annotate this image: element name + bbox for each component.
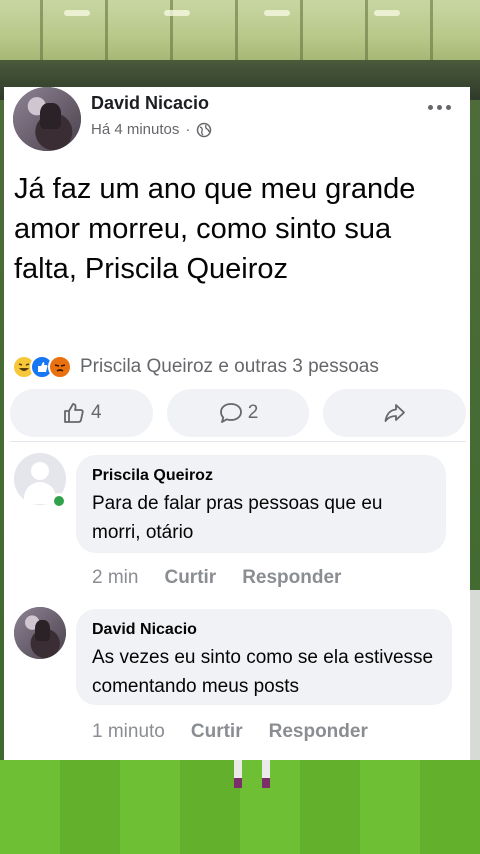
comment-like-button[interactable]: Curtir [191, 721, 243, 743]
comment-count: 2 [247, 402, 259, 423]
reactions-bar[interactable]: Priscila Queiroz e outras 3 pessoas [12, 353, 379, 381]
author-avatar[interactable] [13, 87, 81, 151]
comment-bubble: David Nicacio As vezes eu sinto como se … [76, 609, 452, 705]
comment-time[interactable]: 2 min [92, 567, 138, 589]
post-header: David Nicacio Há 4 minutos · [4, 87, 470, 155]
comment-text: Para de falar pras pessoas que eu morri,… [92, 493, 383, 543]
comment-text: As vezes eu sinto como se ela estivesse … [92, 647, 434, 697]
post-meta: Há 4 minutos · [91, 121, 212, 138]
post-time[interactable]: Há 4 minutos [91, 121, 179, 138]
comment-icon [219, 403, 242, 423]
post-actions: 4 2 [10, 389, 467, 437]
comment-like-button[interactable]: Curtir [164, 567, 216, 589]
like-count: 4 [91, 402, 102, 423]
globe-icon [197, 122, 212, 137]
comment-reply-button[interactable]: Responder [242, 567, 341, 589]
thumbs-up-icon [64, 403, 84, 423]
comment-author-avatar[interactable] [14, 607, 66, 659]
post-author-name[interactable]: David Nicacio [91, 93, 209, 114]
comment-author-name[interactable]: David Nicacio [92, 621, 436, 639]
comment-button[interactable]: 2 [166, 389, 310, 437]
player-legs [228, 758, 278, 792]
comment-bubble: Priscila Queiroz Para de falar pras pess… [76, 455, 446, 553]
divider [10, 441, 466, 442]
reactions-summary: Priscila Queiroz e outras 3 pessoas [80, 356, 379, 377]
comment-author-name[interactable]: Priscila Queiroz [92, 467, 430, 485]
angry-reaction-icon [48, 355, 72, 379]
post-card: David Nicacio Há 4 minutos · Já faz um a… [4, 87, 470, 760]
meta-separator: · [185, 121, 191, 138]
more-options-icon[interactable] [428, 99, 456, 115]
share-button[interactable] [323, 389, 467, 437]
comment-reply-button[interactable]: Responder [269, 721, 368, 743]
like-button[interactable]: 4 [10, 389, 153, 437]
comment-time[interactable]: 1 minuto [92, 721, 165, 743]
post-text: Já faz um ano que meu grande amor morreu… [14, 173, 416, 285]
online-status-indicator [51, 493, 67, 509]
comment-footer: 1 minuto Curtir Responder [92, 721, 368, 743]
share-icon [384, 404, 405, 422]
comment-footer: 2 min Curtir Responder [92, 567, 341, 589]
